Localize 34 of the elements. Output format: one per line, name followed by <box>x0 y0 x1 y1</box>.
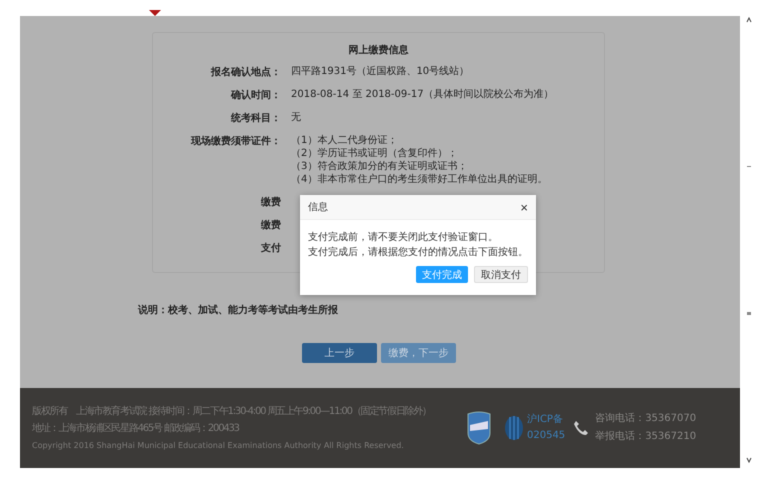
footer-text: 版权所有 上海市教育考试院 接待时间：周二下午1:30-4:00 周五上午9:00—11:00（固定节假日除外） <box>32 404 432 418</box>
dialog-message: 支付完成前，请不要关闭此支付验证窗口。 <box>308 230 499 245</box>
note-text: 说明：校考、加试、能力考等考试由考生所报 <box>138 304 339 317</box>
field-value: （2）学历证书或证明（含复印件）； <box>291 147 458 160</box>
field-value: 2018-08-14 至 2018-09-17（具体时间以院校公布为准） <box>291 88 554 101</box>
dialog-button[interactable]: 取消支付 <box>474 266 528 283</box>
field-label: 现场缴费须带证件： <box>190 134 281 149</box>
field-label: 统考科目： <box>230 112 281 125</box>
field-value: 四平路1931号（近国权路、10号线站） <box>291 65 470 78</box>
footer-text: 地址：上海市杨浦区民星路465号 邮政编码：200433 <box>32 422 240 436</box>
dialog-button[interactable]: 支付完成 <box>416 266 468 283</box>
field-label: 缴费 <box>260 218 281 232</box>
phone-icon <box>573 420 590 436</box>
footer-text: Copyright 2016 ShangHai Municipal Educational Examinations Authority All Rights Reserved. <box>32 440 405 452</box>
phone-text: 举报电话：35367210 <box>595 430 696 444</box>
phone-text: 咨询电话：35367070 <box>595 412 696 426</box>
field-value: 无 <box>291 111 301 124</box>
field-value: （4）非本市常住户口的考生须带好工作单位出具的证明。 <box>291 173 548 186</box>
shield-icon <box>466 411 492 445</box>
close-button[interactable]: × <box>520 200 528 214</box>
field-label: 支付 <box>260 242 281 255</box>
field-label: 缴费 <box>260 196 281 209</box>
icp-text: 沪ICP备 <box>527 412 564 427</box>
step-button[interactable]: 上一步 <box>302 343 377 363</box>
emblem-icon <box>504 415 524 441</box>
card-title: 网上缴费信息 <box>348 44 410 57</box>
field-value: （1）本人二代身份证； <box>291 134 398 147</box>
icp-text: 020545 <box>527 429 566 443</box>
field-value: （3）符合政策加分的有关证明或证书； <box>291 160 468 173</box>
dialog-message: 支付完成后，请根据您支付的情况点击下面按钮。 <box>308 246 528 260</box>
step-button[interactable]: 缴费，下一步 <box>381 343 456 363</box>
field-label: 确认时间： <box>230 88 281 102</box>
field-label: 报名确认地点： <box>210 66 281 79</box>
dialog-title: 信息 <box>308 200 328 214</box>
